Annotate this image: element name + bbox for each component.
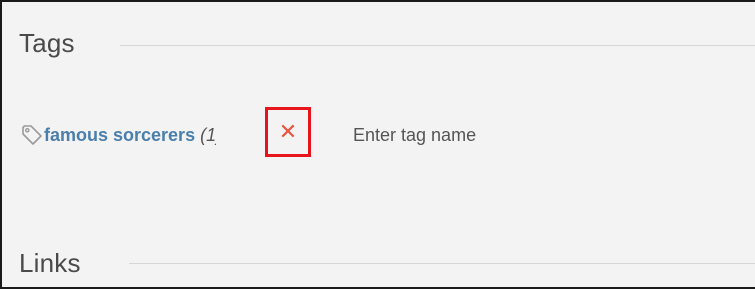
tags-section-title: Tags: [19, 28, 75, 58]
tag-item: famous sorcerers (1): [20, 120, 216, 150]
remove-tag-button[interactable]: ✕: [265, 107, 311, 157]
tags-section-divider: [120, 45, 755, 46]
links-section-title: Links: [19, 248, 81, 278]
tag-link[interactable]: famous sorcerers: [44, 125, 195, 146]
tag-name-input[interactable]: [349, 120, 617, 150]
links-section-divider: [129, 263, 755, 264]
tag-count: (1): [200, 124, 217, 145]
close-icon: ✕: [278, 119, 298, 144]
tags-panel: Tags famous sorcerers (1) ✕ Links: [0, 0, 755, 289]
tag-icon: [20, 123, 44, 147]
